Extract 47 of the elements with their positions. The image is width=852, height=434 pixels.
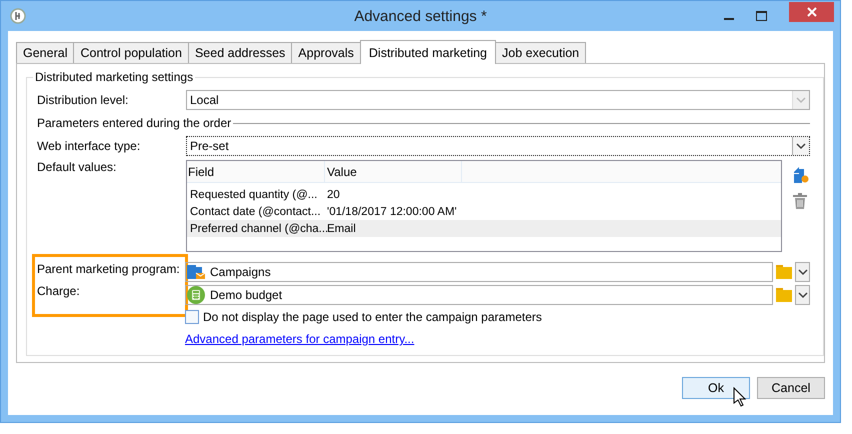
table-row[interactable]: Requested quantity (@... 20: [187, 186, 781, 203]
checkbox[interactable]: [185, 310, 199, 324]
dropdown-button[interactable]: [795, 262, 810, 282]
chevron-icon: [796, 267, 808, 277]
field-label: Distribution level:: [37, 93, 130, 107]
advanced-parameters-link[interactable]: Advanced parameters for campaign entry...: [185, 332, 414, 346]
field-label: Default values:: [37, 160, 118, 174]
column-header[interactable]: Value: [325, 161, 462, 182]
column-header[interactable]: Field: [187, 161, 325, 182]
cursor-icon: [733, 387, 747, 407]
dropdown-field[interactable]: Pre-set: [186, 136, 810, 156]
folder-envelope-icon: [187, 264, 205, 280]
table-cell-text: Contact date (@contact...: [189, 206, 322, 218]
app-icon: [10, 8, 26, 24]
link-field[interactable]: Campaigns: [185, 262, 773, 282]
field-label: Parent marketing program:: [37, 262, 181, 276]
tab[interactable]: General: [16, 42, 74, 63]
table-cell-text: Requested quantity (@...: [189, 188, 318, 200]
chevron-icon[interactable]: [792, 137, 809, 155]
window-title: Advanced settings *: [354, 8, 487, 24]
group-title: Distributed marketing settings: [34, 70, 194, 84]
checkbox-label[interactable]: Do not display the page used to enter the campaign parameters: [203, 310, 542, 324]
delete-icon[interactable]: [792, 192, 808, 210]
tab[interactable]: Job execution: [495, 42, 586, 63]
table-cell: Email: [327, 222, 356, 234]
add-icon[interactable]: [792, 166, 810, 184]
table-row[interactable]: Preferred channel (@cha...Email: [187, 220, 781, 237]
link-field[interactable]: Demo budget: [185, 285, 773, 305]
tab[interactable]: Seed addresses: [188, 42, 292, 63]
close-icon: [806, 7, 816, 17]
table-cell-text: Preferred channel (@cha...: [189, 222, 327, 234]
field-label: Charge:: [37, 284, 81, 298]
tab[interactable]: Distributed marketing: [360, 40, 496, 64]
close-button[interactable]: [789, 2, 834, 22]
tab[interactable]: Approvals: [291, 42, 361, 63]
table-cell: '01/18/2017 12:00:00 AM': [327, 206, 457, 218]
table-cell: 20: [327, 188, 340, 200]
ok-button[interactable]: Ok: [682, 377, 750, 399]
section-title: Parameters entered during the order: [37, 116, 232, 130]
calculator-icon: [187, 286, 205, 304]
field-label: Web interface type:: [37, 139, 142, 153]
cancel-button[interactable]: Cancel: [757, 377, 825, 399]
maximize-icon[interactable]: [756, 11, 767, 21]
chevron-icon: [796, 290, 808, 300]
table-row[interactable]: Contact date (@contact... '01/18/2017 12:00:00 AM': [187, 203, 781, 220]
tab[interactable]: Control population: [73, 42, 189, 63]
dropdown-button[interactable]: [795, 285, 810, 305]
